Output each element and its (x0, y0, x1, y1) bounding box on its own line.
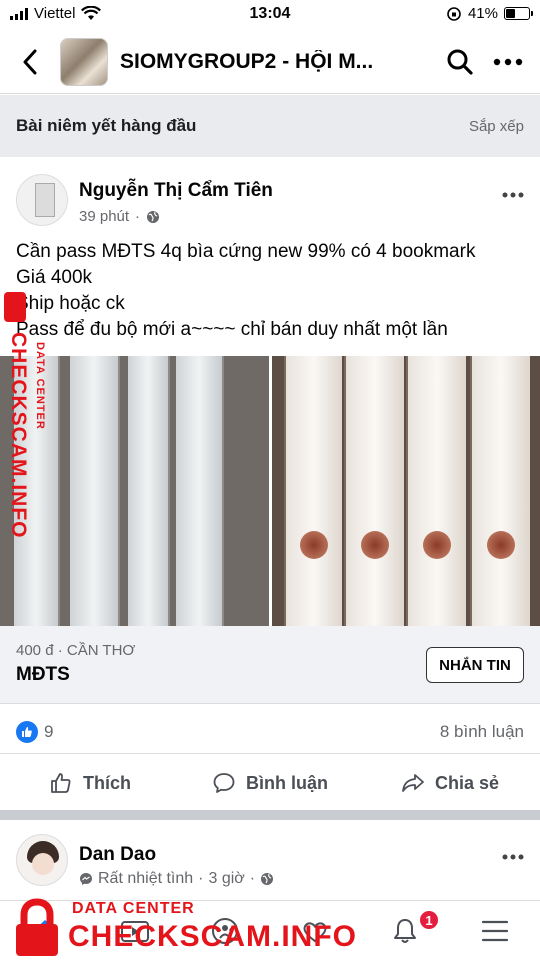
like-button[interactable]: Thích (0, 758, 180, 808)
watermark-vertical-text: CHECKSCAM.INFO (7, 332, 30, 539)
book-photo-spines[interactable] (271, 356, 540, 626)
more-horizontal-icon (493, 58, 523, 65)
tab-notifications[interactable]: 1 (360, 901, 450, 960)
engagement-badge: Rất nhiệt tình (98, 870, 194, 887)
back-button[interactable] (0, 49, 60, 75)
author-avatar[interactable] (16, 834, 68, 886)
likes-summary[interactable]: 9 (16, 720, 54, 743)
share-button[interactable]: Chia sẻ (360, 758, 540, 808)
listing-info[interactable]: 400 đ · CẦN THƠ MĐTS NHẮN TIN (0, 626, 540, 704)
pinned-listings-header: Bài niêm yết hàng đầu Sắp xếp (0, 95, 540, 157)
tab-menu[interactable] (450, 901, 540, 960)
watermark-lock-icon (16, 898, 58, 956)
post-header: Dan Dao Rất nhiệt tình · 3 giờ · (0, 830, 540, 894)
share-label: Chia sẻ (434, 772, 500, 793)
status-bar: Viettel 13:04 41% (0, 0, 540, 30)
messenger-badge-icon (80, 873, 92, 885)
post-time[interactable]: 39 phút (79, 208, 129, 225)
watermark-small-text: DATA CENTER (72, 900, 195, 917)
watermark-vertical-subtext: DATA CENTER (34, 342, 46, 430)
message-seller-button[interactable]: NHẮN TIN (426, 647, 524, 683)
post-text-line: Pass để đu bộ mới a~~~~ chỉ bán duy nhất… (16, 319, 448, 340)
post-meta: Rất nhiệt tình · 3 giờ · (79, 870, 274, 888)
post-header: Nguyễn Thị Cẩm Tiên 39 phút · (0, 168, 540, 228)
search-button[interactable] (436, 48, 484, 76)
post-body: Cần pass MĐTS 4q bìa cứng new 99% có 4 b… (16, 239, 526, 343)
section-title: Bài niêm yết hàng đầu (16, 116, 197, 135)
hamburger-menu-icon (481, 920, 509, 941)
post-text-line: Cần pass MĐTS 4q bìa cứng new 99% có 4 b… (16, 241, 476, 262)
search-icon (447, 49, 473, 75)
author-avatar[interactable] (16, 174, 68, 226)
notification-count-badge: 1 (418, 909, 440, 931)
like-reaction-icon (16, 720, 38, 743)
more-horizontal-icon (502, 854, 524, 860)
comments-count[interactable]: 8 bình luận (440, 722, 524, 742)
sort-button[interactable]: Sắp xếp (469, 118, 524, 135)
post-options-button[interactable] (502, 840, 524, 866)
comment-icon (213, 773, 235, 793)
post-text-line: Giá 400k (16, 267, 93, 288)
comment-label: Bình luận (246, 772, 328, 793)
thumbs-up-icon (51, 773, 71, 793)
share-icon (402, 774, 424, 792)
battery-percent: 41% (467, 5, 498, 22)
likes-count: 9 (44, 721, 54, 741)
listing-title: MĐTS (16, 664, 70, 685)
watermark-lock-icon (4, 292, 26, 322)
post-photos (0, 356, 540, 626)
author-name[interactable]: Nguyễn Thị Cẩm Tiên (79, 180, 273, 202)
bell-icon (394, 918, 416, 943)
comment-button[interactable]: Bình luận (180, 758, 360, 808)
feed-divider (0, 810, 540, 820)
listing-price-location: 400 đ · CẦN THƠ (16, 642, 136, 659)
chevron-left-icon (23, 49, 37, 74)
author-name[interactable]: Dan Dao (79, 844, 156, 866)
group-cover-thumbnail[interactable] (60, 37, 108, 86)
post-actions: Thích Bình luận Chia sẻ (0, 758, 540, 808)
post-meta: 39 phút · (79, 208, 160, 225)
watermark-big-text: CHECKSCAM.INFO (68, 920, 357, 953)
globe-icon (261, 873, 274, 885)
watermark-bottom: DATA CENTER CHECKSCAM.INFO (6, 892, 356, 960)
post-text-line: Ship hoặc ck (16, 293, 125, 314)
more-options-button[interactable] (484, 58, 532, 66)
orientation-lock-icon (447, 6, 461, 21)
reaction-summary: 9 8 bình luận (0, 710, 540, 754)
more-horizontal-icon (502, 192, 524, 198)
top-nav-bar: SIOMYGROUP2 - HỘI M... (0, 30, 540, 94)
post-time[interactable]: 3 giờ (209, 870, 245, 888)
status-right: 41% (446, 5, 533, 22)
like-label: Thích (83, 772, 131, 793)
group-title[interactable]: SIOMYGROUP2 - HỘI M... (120, 50, 436, 74)
globe-icon (147, 210, 160, 223)
post-options-button[interactable] (502, 178, 524, 204)
battery-icon (504, 7, 533, 20)
